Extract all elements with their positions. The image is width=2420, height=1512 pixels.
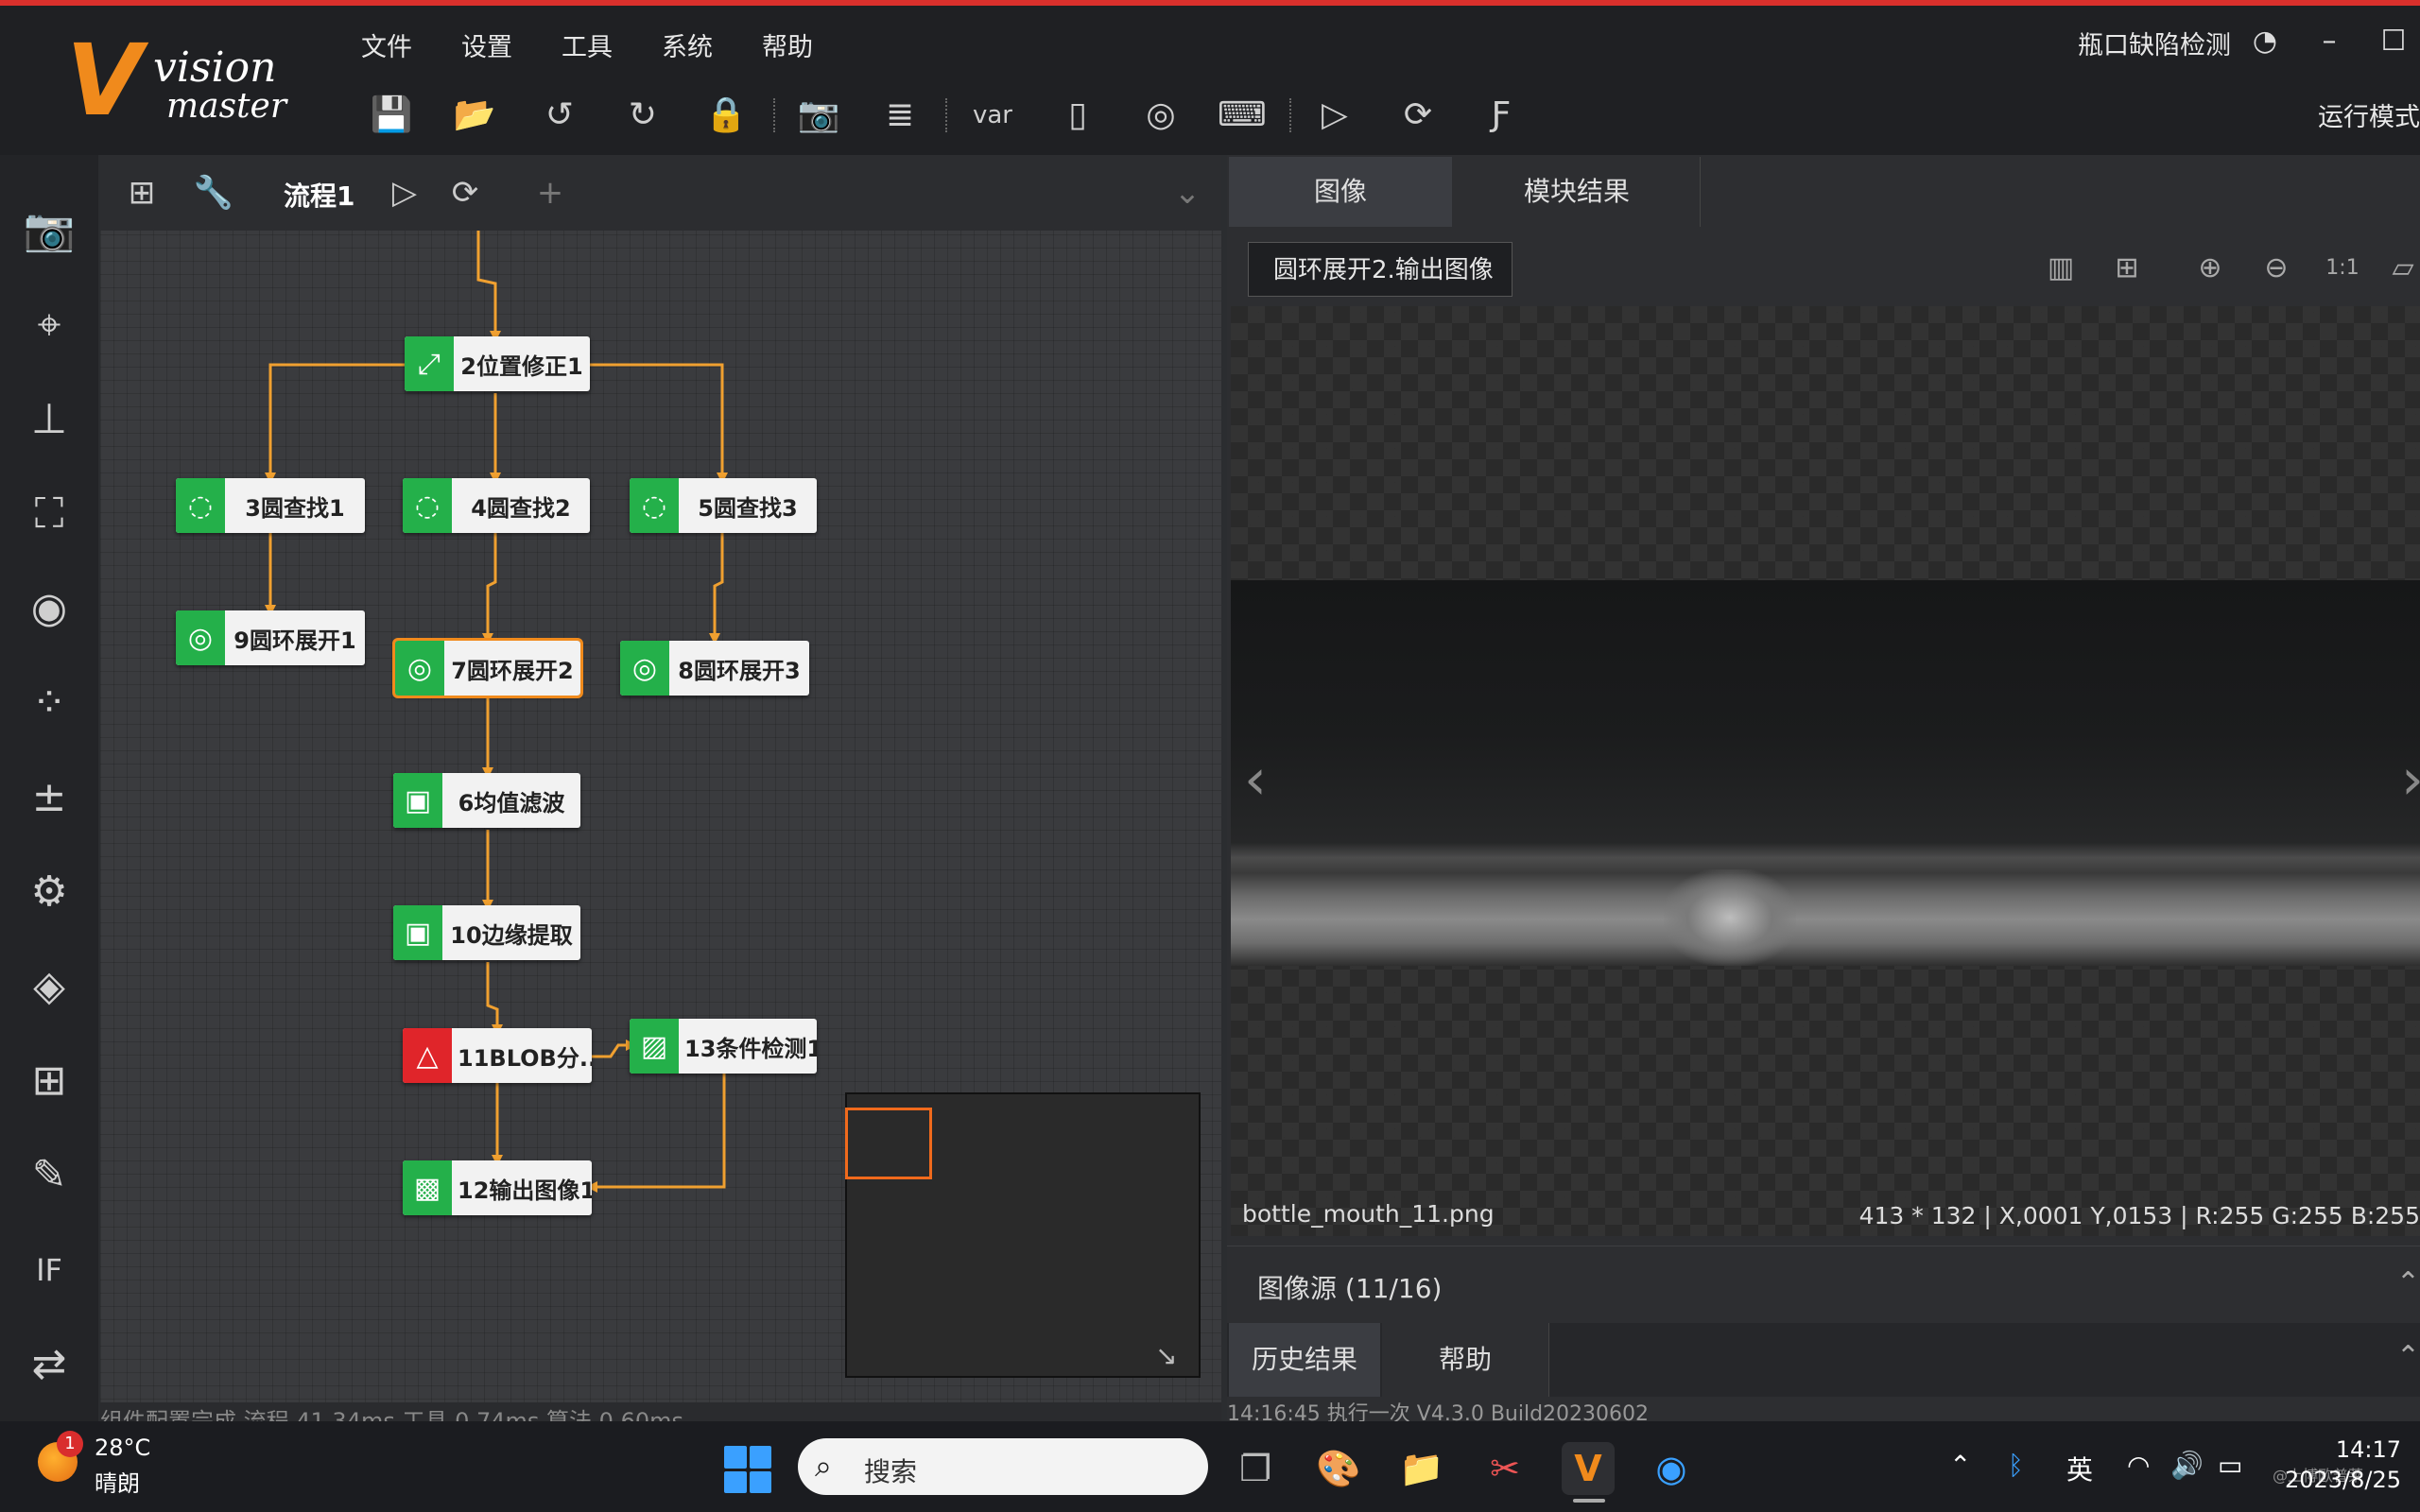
clock-time[interactable]: 14:17 xyxy=(2288,1436,2401,1463)
zoom-in-icon[interactable]: ⊕ xyxy=(2189,248,2231,289)
clock-date[interactable]: 2023/8/25 xyxy=(2265,1467,2401,1493)
edge-browser-icon[interactable]: ◉ xyxy=(1645,1442,1698,1495)
tab-help[interactable]: 帮助 xyxy=(1382,1323,1549,1397)
notification-badge: 1 xyxy=(57,1431,83,1457)
node-label: 11BLOB分... xyxy=(458,1044,592,1072)
fit-window-icon[interactable]: ▱ xyxy=(2382,248,2420,289)
node-label: 3圆查找1 xyxy=(245,494,345,522)
battery-icon[interactable]: ▭ xyxy=(2218,1450,2242,1481)
unwrapped-bottle-image xyxy=(1231,580,2420,966)
minimap-viewport[interactable] xyxy=(845,1108,932,1179)
circle-find-icon: ◌ xyxy=(176,478,225,533)
flow-node-position-fix[interactable]: ⤢ 2位置修正1 xyxy=(405,336,590,391)
defect-region xyxy=(1664,869,1796,966)
image-filter-icon: ▣ xyxy=(393,773,442,828)
vision-master-app-icon[interactable]: V xyxy=(1562,1442,1615,1495)
show-hidden-icons-icon[interactable]: ⌃ xyxy=(1949,1450,1971,1481)
position-fix-icon: ⤢ xyxy=(405,336,454,391)
warning-icon: △ xyxy=(403,1028,452,1083)
grid-view-icon[interactable]: ⊞ xyxy=(2106,248,2148,289)
bluetooth-icon[interactable]: ᛒ xyxy=(2008,1450,2024,1481)
ring-unwrap-icon: ◎ xyxy=(620,641,669,696)
single-view-icon[interactable]: ▥ xyxy=(2040,248,2082,289)
flow-node-output-image[interactable]: ▩ 12输出图像1 xyxy=(403,1160,592,1215)
flow-node-condition-check[interactable]: ▨ 13条件检测1 xyxy=(630,1019,817,1074)
node-label: 2位置修正1 xyxy=(460,352,583,380)
ring-unwrap-icon: ◎ xyxy=(176,610,225,665)
flow-node-ring-unwrap-3[interactable]: ◎ 8圆环展开3 xyxy=(620,641,809,696)
output-image-icon: ▩ xyxy=(403,1160,452,1215)
zoom-out-icon[interactable]: ⊖ xyxy=(2256,248,2297,289)
condition-check-icon: ▨ xyxy=(630,1019,679,1074)
wifi-icon[interactable]: ◠ xyxy=(2127,1450,2150,1481)
image-source-select[interactable]: 圆环展开2.输出图像 xyxy=(1248,242,1512,297)
ring-unwrap-icon: ◎ xyxy=(395,641,444,696)
node-label: 8圆环展开3 xyxy=(678,657,801,684)
node-label: 4圆查找2 xyxy=(471,494,571,522)
tab-module-result[interactable]: 模块结果 xyxy=(1454,157,1701,227)
search-icon: ⌕ xyxy=(815,1448,832,1484)
previous-image-icon[interactable]: ‹ xyxy=(1244,747,1267,813)
collapse-icon[interactable]: ⌃ xyxy=(2396,1340,2420,1373)
image-file-name: bottle_mouth_11.png xyxy=(1242,1200,1495,1228)
node-label: 13条件检测1 xyxy=(684,1035,817,1062)
active-app-indicator xyxy=(1573,1499,1605,1503)
volume-icon[interactable]: 🔊 xyxy=(2170,1450,2204,1481)
taskbar-search-box[interactable] xyxy=(798,1438,1208,1495)
image-source-count: 图像源 (11/16) xyxy=(1257,1273,1443,1304)
flow-node-edge-extract[interactable]: ▣ 10边缘提取 xyxy=(393,905,580,960)
start-button[interactable] xyxy=(724,1446,771,1493)
expand-arrow-icon[interactable]: ↘ xyxy=(1155,1340,1177,1371)
weather-description[interactable]: 晴朗 xyxy=(95,1465,140,1498)
windows-taskbar xyxy=(0,1421,2420,1512)
task-view-icon[interactable]: ❐ xyxy=(1229,1442,1282,1495)
tab-image[interactable]: 图像 xyxy=(1229,157,1452,227)
weather-temperature[interactable]: 28°C xyxy=(95,1435,150,1461)
collapse-icon[interactable]: ⌃ xyxy=(2396,1266,2420,1299)
snipping-tool-icon[interactable]: ✂ xyxy=(1478,1442,1531,1495)
node-label: 9圆环展开1 xyxy=(233,627,356,654)
next-image-icon[interactable]: › xyxy=(2401,747,2420,813)
actual-size-icon[interactable]: 1:1 xyxy=(2322,248,2363,289)
status-bar: 组件配置完成 流程 41.34ms 工具 0.74ms 算法 0.60ms xyxy=(100,1402,1221,1423)
flow-node-ring-unwrap-2[interactable]: ◎ 7圆环展开2 xyxy=(392,638,583,698)
flow-node-mean-filter[interactable]: ▣ 6均值滤波 xyxy=(393,773,580,828)
tab-history-result[interactable]: 历史结果 xyxy=(1229,1323,1380,1397)
node-label: 10边缘提取 xyxy=(450,921,573,949)
flow-node-circle-find-2[interactable]: ◌ 4圆查找2 xyxy=(403,478,590,533)
node-label: 5圆查找3 xyxy=(698,494,798,522)
node-label: 7圆环展开2 xyxy=(451,657,574,684)
flow-node-blob-analysis[interactable]: △ 11BLOB分... xyxy=(403,1028,592,1083)
paint-app-icon[interactable]: 🎨 xyxy=(1312,1442,1365,1495)
flow-node-ring-unwrap-1[interactable]: ◎ 9圆环展开1 xyxy=(176,610,365,665)
pixel-info: 413 * 132 | X,0001 Y,0153 | R:255 G:255 … xyxy=(1858,1202,2420,1229)
history-row: 14:16:45 执行一次 V4.3.0 Build20230602 xyxy=(1227,1397,2420,1421)
flow-node-circle-find-3[interactable]: ◌ 5圆查找3 xyxy=(630,478,817,533)
image-filter-icon: ▣ xyxy=(393,905,442,960)
node-label: 6均值滤波 xyxy=(458,789,565,816)
input-method[interactable]: 英 xyxy=(2066,1450,2093,1487)
node-label: 12输出图像1 xyxy=(458,1177,592,1204)
search-placeholder: 搜索 xyxy=(864,1456,918,1487)
file-explorer-icon[interactable]: 📁 xyxy=(1395,1442,1448,1495)
flow-node-circle-find-1[interactable]: ◌ 3圆查找1 xyxy=(176,478,365,533)
circle-find-icon: ◌ xyxy=(403,478,452,533)
circle-find-icon: ◌ xyxy=(630,478,679,533)
